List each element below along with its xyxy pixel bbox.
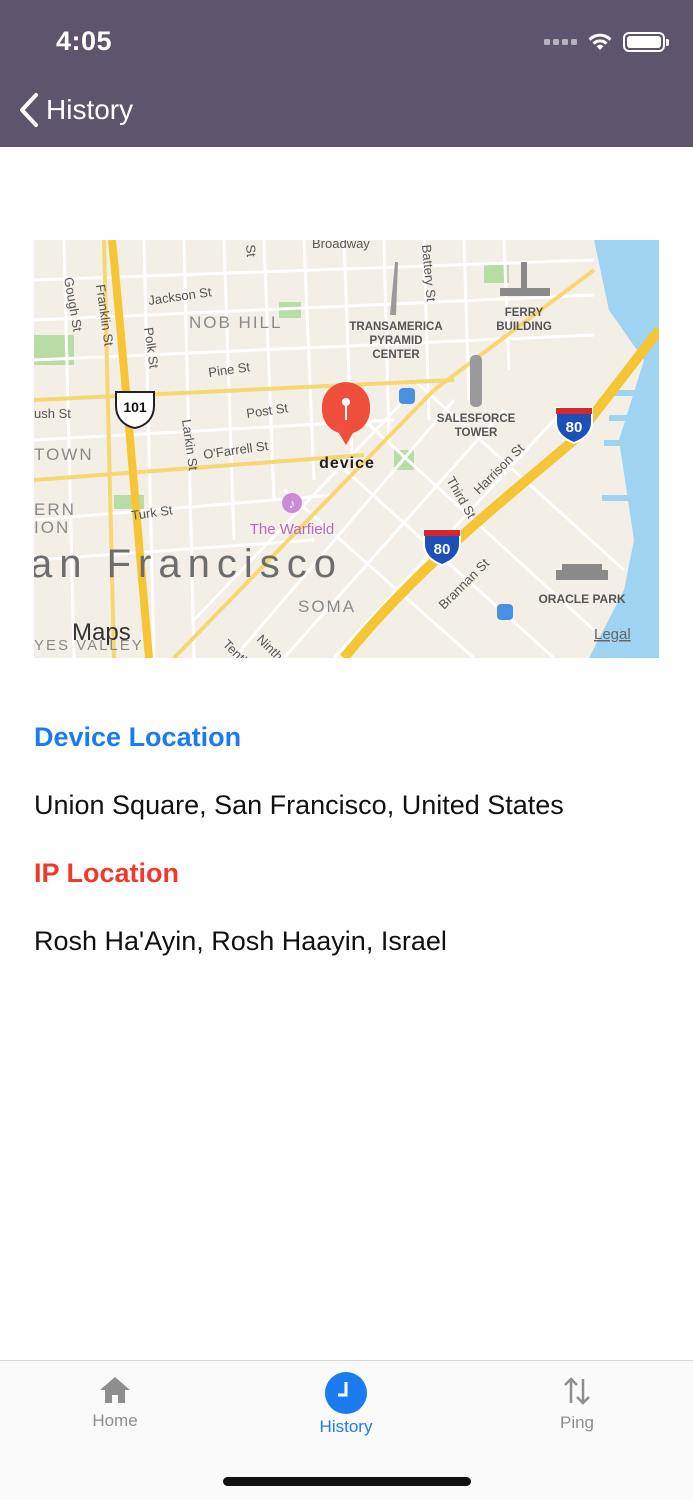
device-location-value: Union Square, San Francisco, United Stat… [34,790,564,820]
status-time: 4:05 [56,26,113,56]
map-label-district: TOWN [34,445,94,464]
tab-home-label: Home [92,1411,138,1430]
tab-ping-label: Ping [559,1413,595,1432]
legal-link[interactable]: Legal [594,626,631,643]
ip-location-label: IP Location [34,858,180,888]
svg-text:Maps: Maps [72,619,131,646]
map-label-street: St [243,244,259,258]
tab-history-label: History [319,1417,373,1436]
chevron-left-icon [20,93,38,127]
ip-location-section: IP Location [34,858,654,889]
map-label-street: Broadway [312,240,370,251]
map-label-landmark: PYRAMID [369,335,422,347]
back-button[interactable]: History [18,88,133,132]
map-label-district: ION [34,518,70,537]
location-map[interactable]: Gough St Franklin St Jackson St Polk St … [34,240,659,658]
map-label-landmark: SALESFORCE [437,413,516,425]
navigation-header: 4:05 History [0,0,693,147]
stadium-icon [556,564,608,580]
map-label-landmark: FERRY [505,307,544,319]
map-label-landmark: TOWER [455,427,498,439]
svg-text:80: 80 [566,419,583,436]
map-label-landmark: CENTER [372,349,420,361]
ip-location-value: Rosh Ha'Ayin, Rosh Haayin, Israel [34,926,447,956]
tab-home[interactable]: Home [35,1375,195,1445]
map-label-district: NOB HILL [189,313,282,332]
map-label-street: ush St [34,406,71,421]
maps-attribution: Maps [72,619,131,646]
transit-icon [399,388,415,404]
device-location-section: Device Location [34,722,654,753]
transit-icon [497,604,513,620]
device-location-value-row: Union Square, San Francisco, United Stat… [34,790,654,821]
map-label-landmark: The Warfield [250,521,334,538]
svg-text:♪: ♪ [289,496,296,511]
home-indicator [223,1477,471,1486]
tab-ping[interactable]: Ping [497,1375,657,1445]
map-label-district: SOMA [298,597,356,616]
map-label-landmark: BUILDING [496,321,552,333]
svg-text:101: 101 [123,399,147,415]
salesforce-tower-icon [470,355,482,407]
svg-text:80: 80 [434,541,451,558]
device-location-label: Device Location [34,722,242,752]
map-label-city: an Francisco [34,542,343,586]
ip-location-value-row: Rosh Ha'Ayin, Rosh Haayin, Israel [34,926,654,957]
home-icon [100,1377,130,1403]
cellular-signal-icon [544,39,577,45]
map-label-landmark: ORACLE PARK [538,592,625,606]
back-button-label: History [46,94,134,125]
pin-label: device [319,455,375,472]
tab-history[interactable]: History [266,1372,426,1445]
wifi-icon [588,33,612,50]
map-label-landmark: TRANSAMERICA [349,321,442,333]
battery-icon [623,32,669,52]
arrows-updown-icon [564,1377,590,1405]
clock-icon [325,1372,367,1414]
map-label-district: ERN [34,500,76,519]
status-icons [544,28,669,56]
